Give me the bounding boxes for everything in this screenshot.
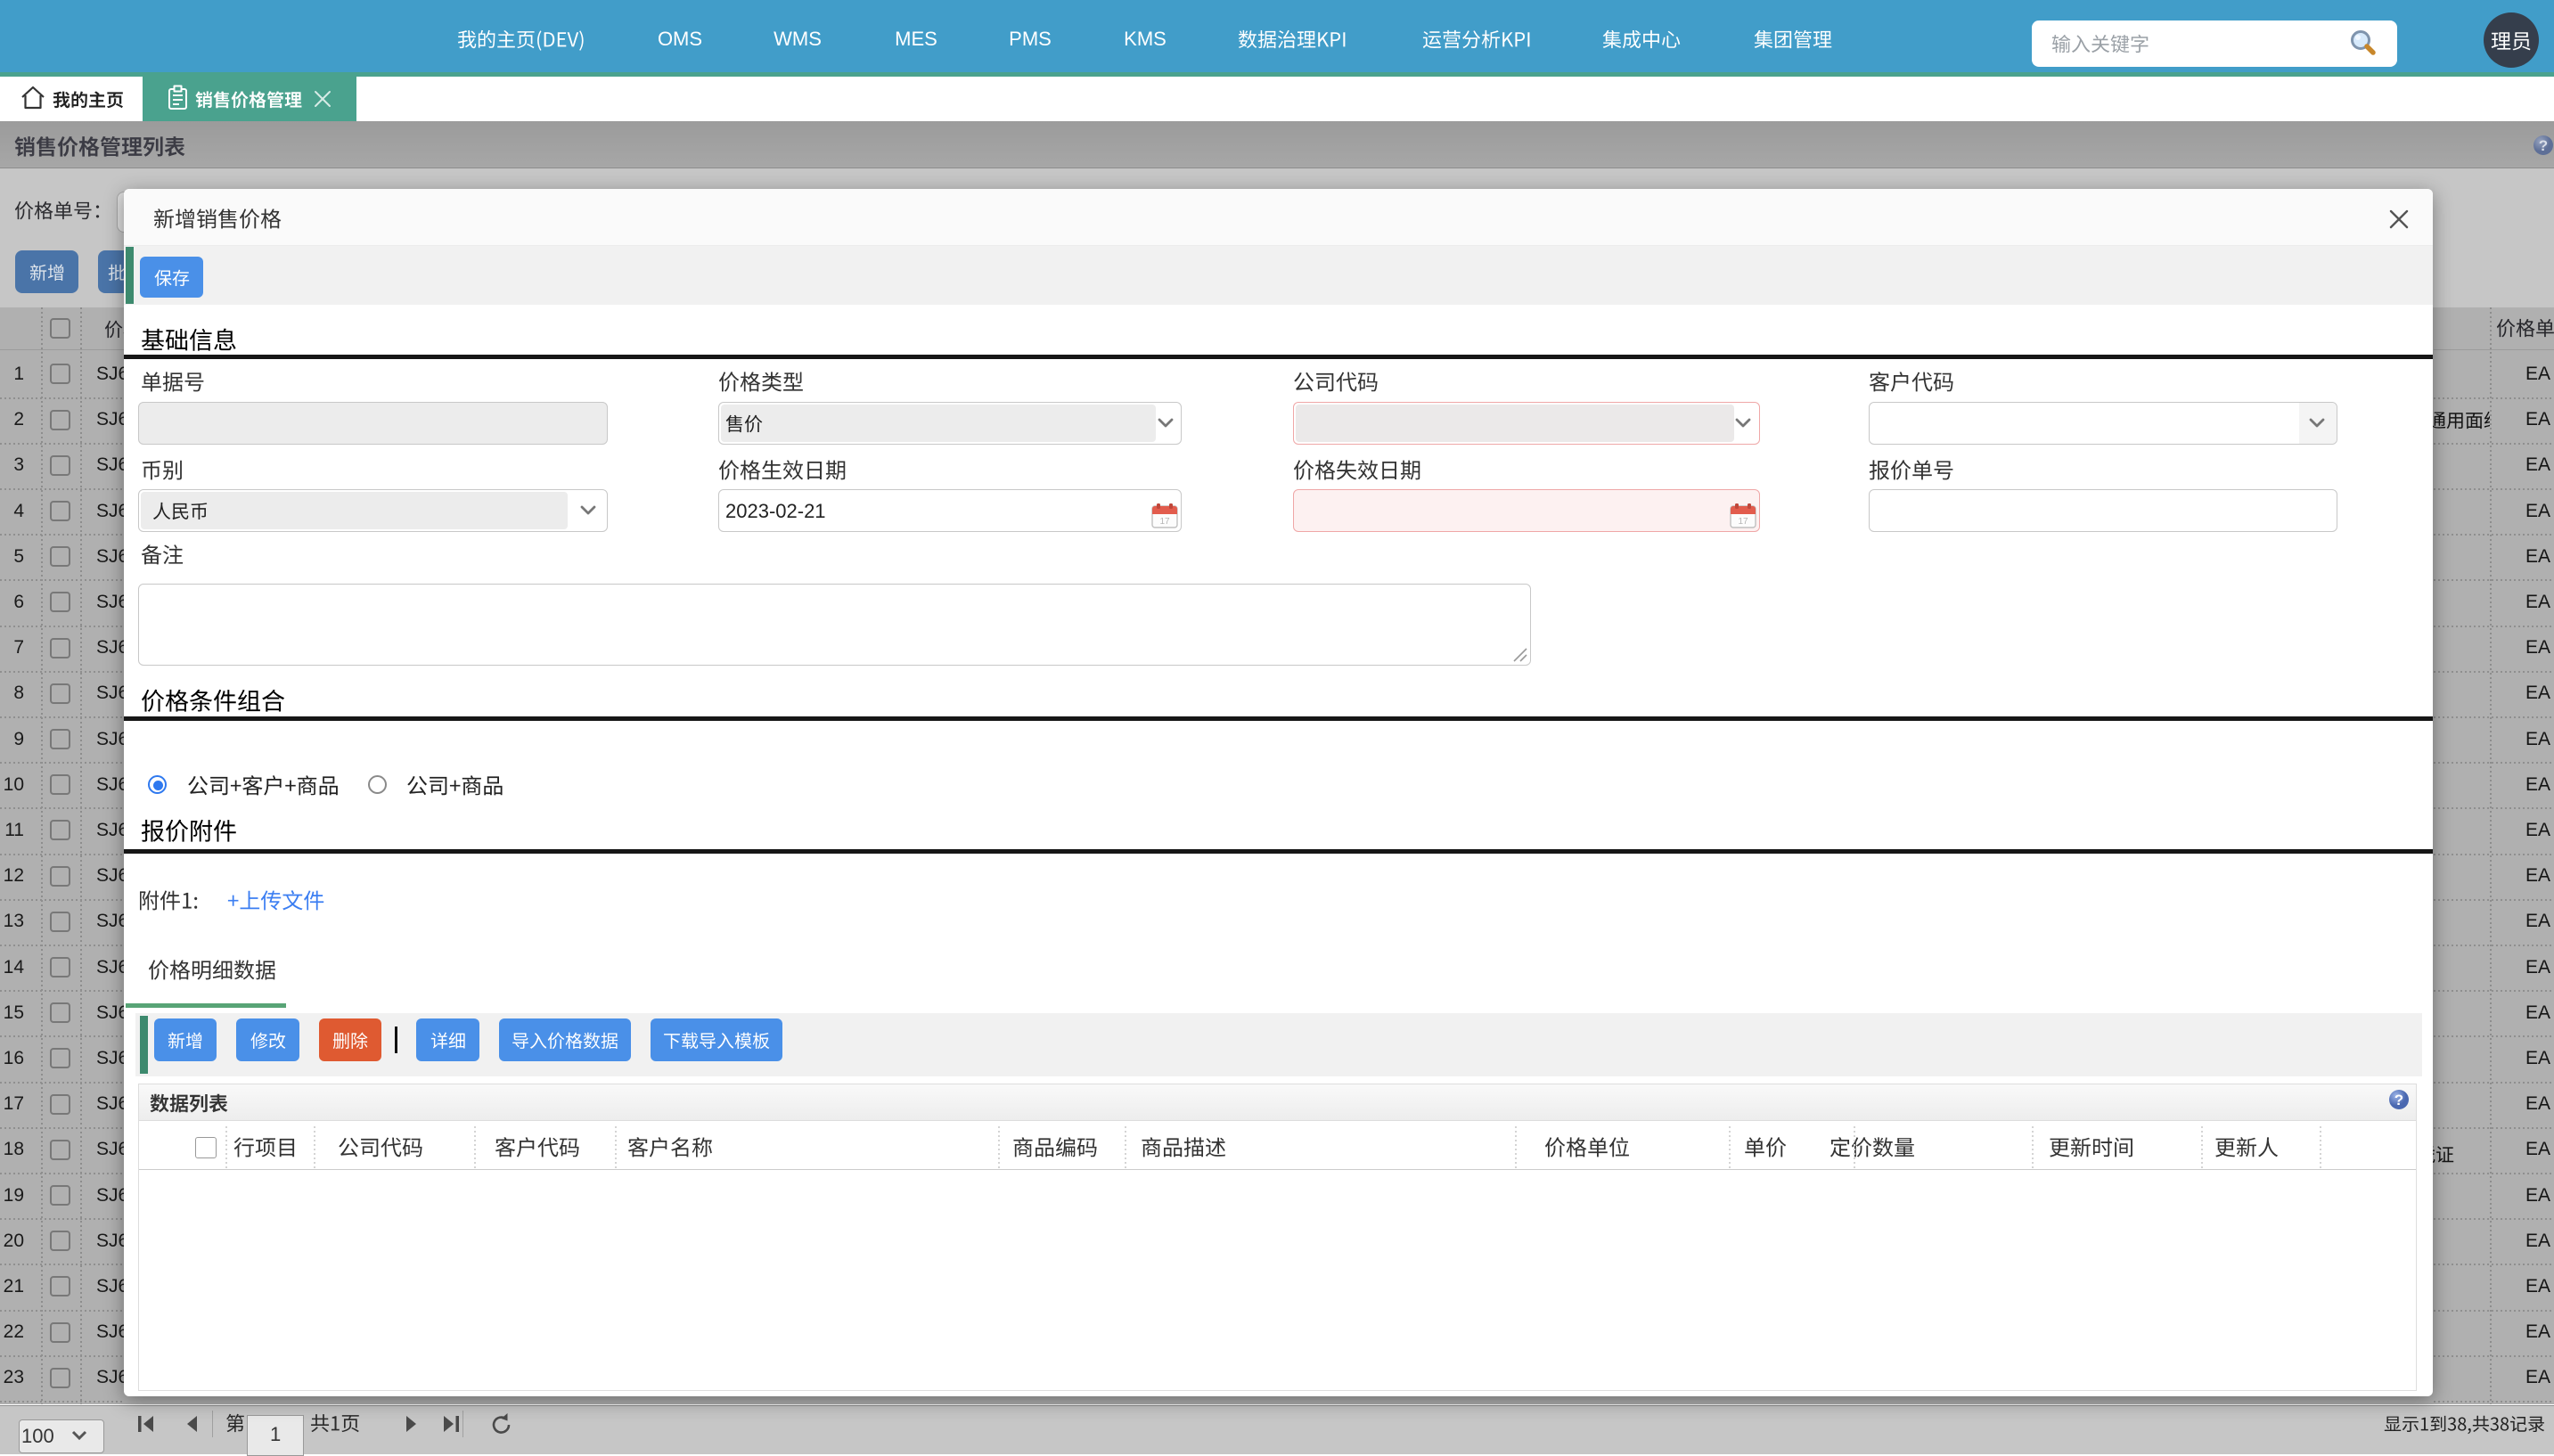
svg-text:?: ? — [2539, 137, 2548, 154]
svg-text:17: 17 — [1159, 517, 1170, 527]
svg-text:17: 17 — [1738, 517, 1748, 527]
svg-text:?: ? — [2394, 1092, 2403, 1108]
